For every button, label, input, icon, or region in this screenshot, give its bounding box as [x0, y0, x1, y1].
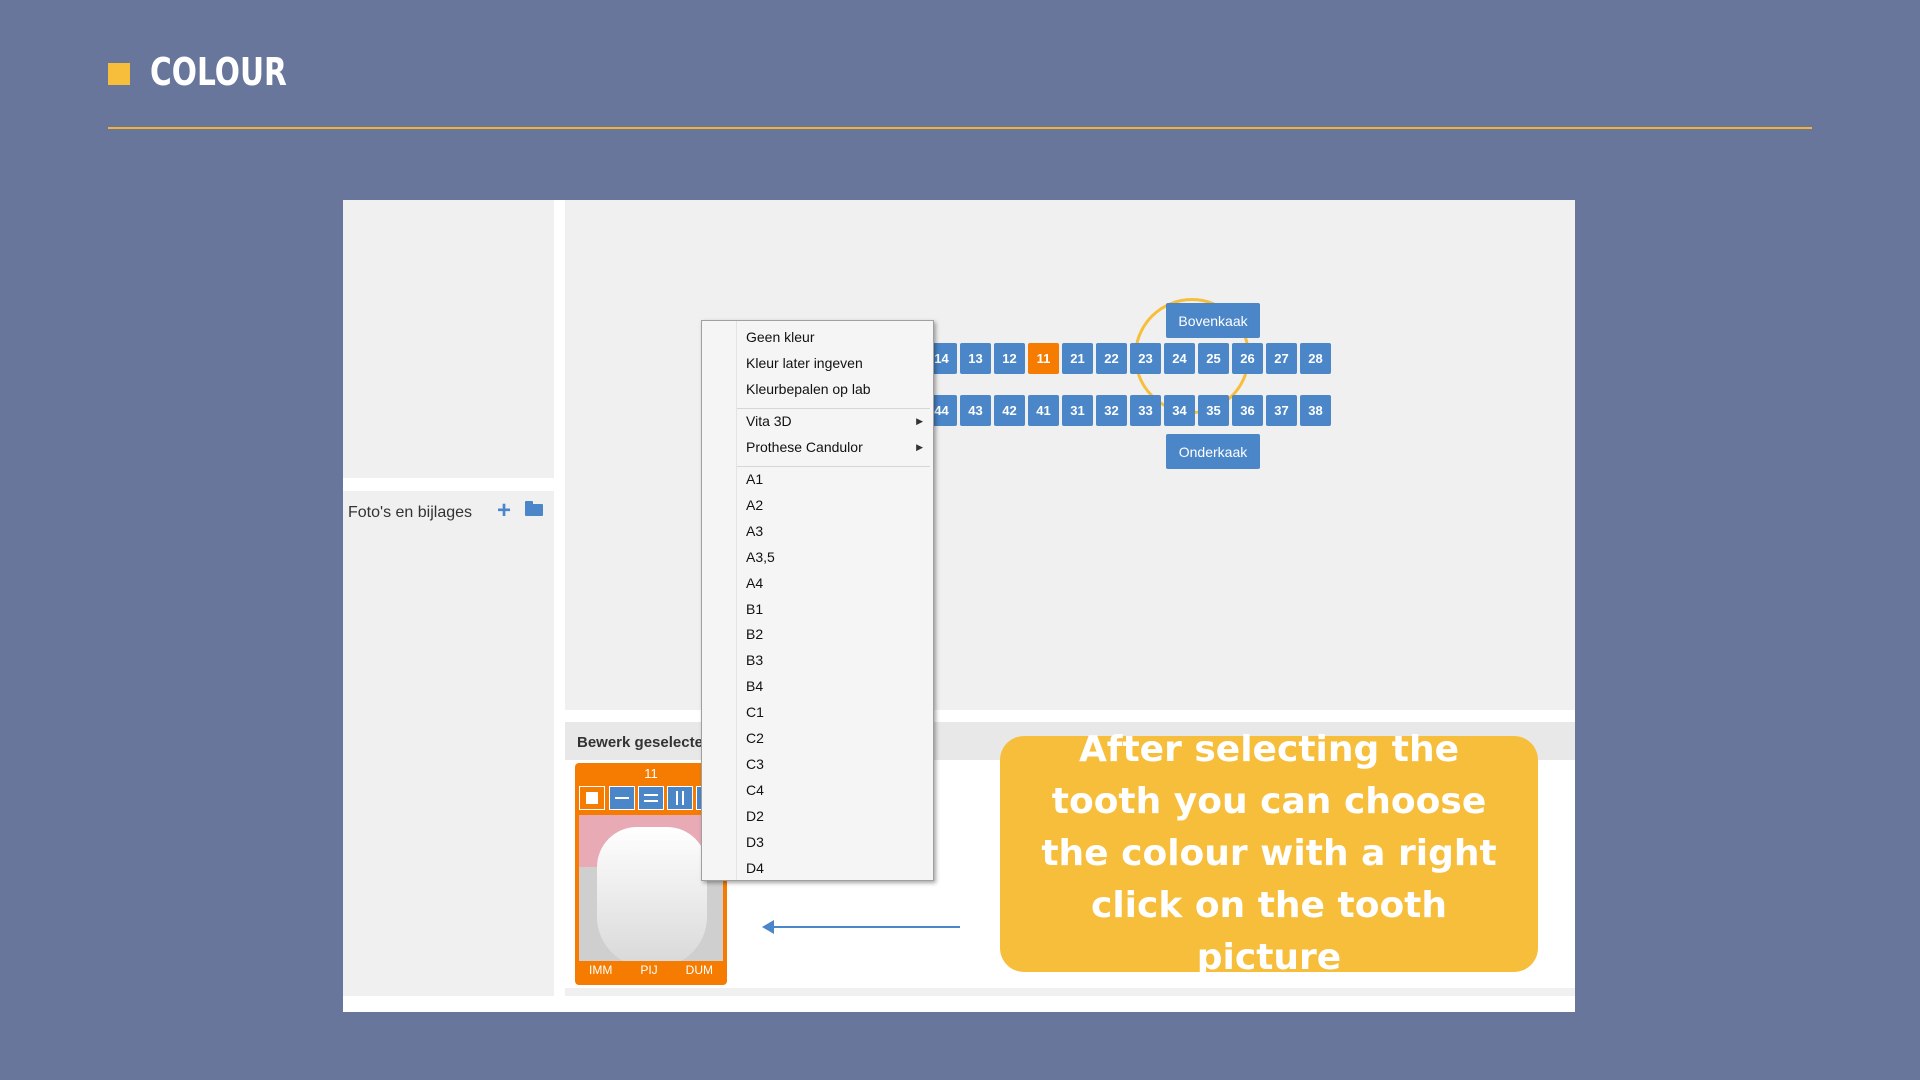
- tooth-button-33[interactable]: 33: [1130, 395, 1161, 426]
- tooth-button-23[interactable]: 23: [1130, 343, 1161, 374]
- tooth-button-24[interactable]: 24: [1164, 343, 1195, 374]
- shade-item-6[interactable]: B2: [746, 626, 763, 642]
- tooth-card-labels: IMM PIJ DUM: [575, 963, 727, 977]
- folder-icon[interactable]: [525, 501, 543, 516]
- tooth-button-31[interactable]: 31: [1062, 395, 1093, 426]
- plus-icon[interactable]: +: [497, 497, 511, 525]
- submenu-item-1[interactable]: Prothese Candulor: [746, 439, 863, 455]
- submenu-item-0[interactable]: Vita 3D: [746, 413, 792, 429]
- tooth-button-37[interactable]: 37: [1266, 395, 1297, 426]
- shade-item-1[interactable]: A2: [746, 497, 763, 513]
- pointer-arrow-line: [768, 926, 960, 928]
- double-line-tool-button[interactable]: [638, 786, 664, 810]
- submenu-arrow-icon: ▶: [916, 442, 923, 452]
- card-label-dum[interactable]: DUM: [686, 963, 713, 977]
- shade-item-2[interactable]: A3: [746, 523, 763, 539]
- tooth-button-27[interactable]: 27: [1266, 343, 1297, 374]
- card-label-pij[interactable]: PIJ: [640, 963, 657, 977]
- tooth-button-38[interactable]: 38: [1300, 395, 1331, 426]
- lower-jaw-button[interactable]: Onderkaak: [1166, 434, 1260, 469]
- menu-item-2[interactable]: Kleurbepalen op lab: [746, 381, 871, 397]
- square-tool-button[interactable]: [579, 786, 605, 810]
- submenu-arrow-icon: ▶: [916, 416, 923, 426]
- shade-item-8[interactable]: B4: [746, 678, 763, 694]
- tooth-button-25[interactable]: 25: [1198, 343, 1229, 374]
- upper-jaw-button[interactable]: Bovenkaak: [1166, 303, 1260, 338]
- tooth-button-41[interactable]: 41: [1028, 395, 1059, 426]
- shade-item-5[interactable]: B1: [746, 601, 763, 617]
- tooth-button-32[interactable]: 32: [1096, 395, 1127, 426]
- title-bullet-square: [108, 63, 130, 85]
- tooth-button-43[interactable]: 43: [960, 395, 991, 426]
- tooth-button-42[interactable]: 42: [994, 395, 1025, 426]
- tooth-button-28[interactable]: 28: [1300, 343, 1331, 374]
- tooth-button-35[interactable]: 35: [1198, 395, 1229, 426]
- tooth-button-36[interactable]: 36: [1232, 395, 1263, 426]
- shade-item-9[interactable]: C1: [746, 704, 764, 720]
- tooth-button-13[interactable]: 13: [960, 343, 991, 374]
- shade-item-0[interactable]: A1: [746, 471, 763, 487]
- edit-selection-title: Bewerk geselecte: [577, 734, 703, 751]
- vertical-lines-tool-button[interactable]: [667, 786, 693, 810]
- tooth-button-12[interactable]: 12: [994, 343, 1025, 374]
- shade-item-7[interactable]: B3: [746, 652, 763, 668]
- slide-title: COLOUR: [150, 50, 287, 94]
- card-label-imm[interactable]: IMM: [589, 963, 612, 977]
- instruction-callout: After selecting the tooth you can choose…: [1000, 729, 1538, 978]
- shade-item-13[interactable]: D2: [746, 808, 764, 824]
- tooth-button-21[interactable]: 21: [1062, 343, 1093, 374]
- tooth-button-26[interactable]: 26: [1232, 343, 1263, 374]
- shade-item-3[interactable]: A3,5: [746, 549, 775, 565]
- shade-item-11[interactable]: C3: [746, 756, 764, 772]
- tooth-button-11[interactable]: 11: [1028, 343, 1059, 374]
- attachments-label: Foto's en bijlages: [348, 504, 473, 521]
- menu-item-0[interactable]: Geen kleur: [746, 329, 814, 345]
- shade-item-14[interactable]: D3: [746, 834, 764, 850]
- tooth-crown-shape: [597, 827, 707, 961]
- title-divider: [108, 127, 1812, 129]
- colour-context-menu: Geen kleur Kleur later ingeven Kleurbepale…: [701, 320, 934, 881]
- shade-item-15[interactable]: D4: [746, 860, 764, 876]
- tooth-button-22[interactable]: 22: [1096, 343, 1127, 374]
- sidebar-bottom-panel: [343, 491, 554, 996]
- menu-separator: [737, 408, 930, 409]
- menu-item-1[interactable]: Kleur later ingeven: [746, 355, 863, 371]
- shade-item-12[interactable]: C4: [746, 782, 764, 798]
- tooth-button-34[interactable]: 34: [1164, 395, 1195, 426]
- menu-separator: [737, 466, 930, 467]
- shade-item-10[interactable]: C2: [746, 730, 764, 746]
- menu-icon-gutter: [736, 321, 737, 880]
- line-tool-button[interactable]: [609, 786, 635, 810]
- shade-item-4[interactable]: A4: [746, 575, 763, 591]
- arrow-left-icon: [762, 920, 774, 934]
- sidebar-top-panel: [343, 200, 554, 478]
